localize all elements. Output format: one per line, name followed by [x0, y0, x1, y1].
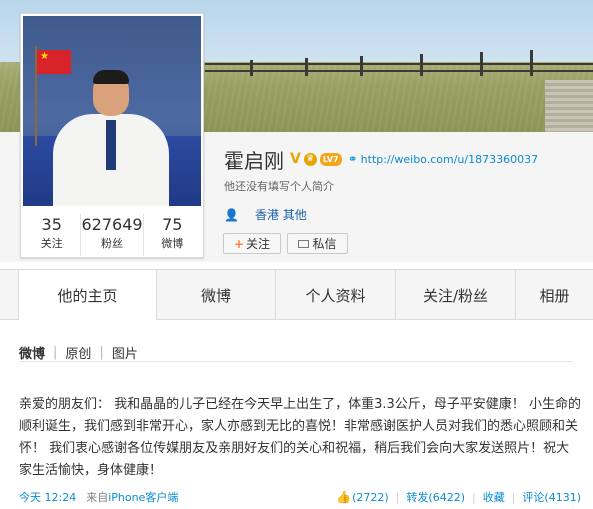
fence-post: [360, 56, 363, 76]
filter-original[interactable]: 原创: [65, 343, 91, 362]
tab-album[interactable]: 相册: [516, 270, 593, 320]
post-actions: 👍 (2722) | 转发(6422) | 收藏 | 评论(4131): [336, 489, 581, 505]
stat-following[interactable]: 35 关注: [23, 214, 82, 256]
like-count[interactable]: (2722): [352, 491, 389, 504]
follow-label: 关注: [246, 237, 271, 251]
divider: [19, 361, 573, 362]
stat-value: 35: [41, 215, 62, 234]
message-button[interactable]: 私信: [287, 233, 348, 254]
cover-stairs: [545, 80, 593, 132]
avatar-card: 35 关注 627649 粉丝 75 微博: [20, 13, 204, 258]
filter-separator: |: [53, 345, 58, 360]
avatar[interactable]: [23, 16, 201, 206]
filter-all[interactable]: 微博: [19, 343, 45, 362]
verified-icon[interactable]: V: [290, 151, 301, 167]
stat-followers[interactable]: 627649 粉丝: [81, 214, 144, 256]
filter-images[interactable]: 图片: [112, 343, 138, 362]
stat-label: 粉丝: [101, 237, 123, 250]
profile-header: 霍启刚 V ♛ LV7 ⚭ http://weibo.com/u/1873360…: [224, 147, 538, 173]
post-text: 亲爱的朋友们： 我和晶晶的儿子已经在今天早上出生了，体重3.3公斤，母子平安健康…: [19, 397, 581, 478]
post-source[interactable]: iPhone客户端: [108, 489, 178, 505]
fence-post: [250, 60, 253, 76]
tab-follow-fans[interactable]: 关注/粉丝: [396, 270, 516, 320]
level-badge[interactable]: LV7: [319, 152, 342, 166]
user-icon: 👤: [224, 207, 239, 222]
tab-weibo[interactable]: 微博: [157, 270, 276, 320]
action-separator: |: [471, 490, 476, 504]
stat-posts[interactable]: 75 微博: [144, 214, 201, 256]
action-separator: |: [395, 490, 400, 504]
filter-separator: |: [99, 345, 104, 360]
post-source-prefix: 来自: [86, 491, 109, 504]
stat-label: 微博: [161, 237, 184, 250]
profile-name: 霍启刚: [224, 148, 284, 173]
crown-icon[interactable]: ♛: [303, 152, 317, 166]
comment-button[interactable]: 评论(4131): [522, 489, 581, 505]
profile-location[interactable]: 香港 其他: [255, 206, 307, 223]
feed-filter: 微博 | 原创 | 图片: [19, 343, 138, 362]
stat-value: 627649: [81, 215, 143, 234]
message-label: 私信: [312, 237, 337, 251]
location-row: 👤 香港 其他: [224, 206, 307, 223]
repost-button[interactable]: 转发(6422): [406, 489, 465, 505]
favorite-button[interactable]: 收藏: [483, 489, 505, 505]
mail-icon: [298, 239, 310, 248]
fence-post: [420, 54, 423, 76]
flag-icon: [37, 50, 71, 74]
fence-rail: [205, 70, 593, 72]
action-separator: |: [511, 490, 516, 504]
like-icon[interactable]: 👍: [336, 490, 351, 504]
post-footer: 今天 12:24 来自 iPhone客户端 👍 (2722) | 转发(6422…: [19, 489, 581, 505]
follow-button[interactable]: + 关注: [223, 233, 281, 254]
stat-value: 75: [162, 215, 183, 234]
link-icon: ⚭: [347, 152, 358, 166]
tab-home[interactable]: 他的主页: [18, 270, 157, 320]
fence-post: [305, 58, 308, 76]
profile-stats: 35 关注 627649 粉丝 75 微博: [23, 214, 201, 256]
fence-rail: [205, 63, 593, 65]
fence-post: [480, 52, 483, 76]
profile-tabs: 他的主页 微博 个人资料 关注/粉丝 相册: [0, 269, 593, 320]
fence-post: [530, 50, 533, 76]
profile-bio: 他还没有填写个人简介: [224, 180, 334, 193]
plus-icon: +: [233, 236, 245, 251]
tab-profile-info[interactable]: 个人资料: [276, 270, 396, 320]
profile-url-link[interactable]: http://weibo.com/u/1873360037: [361, 153, 538, 166]
stat-label: 关注: [40, 237, 63, 250]
post-time[interactable]: 今天 12:24: [19, 489, 76, 505]
